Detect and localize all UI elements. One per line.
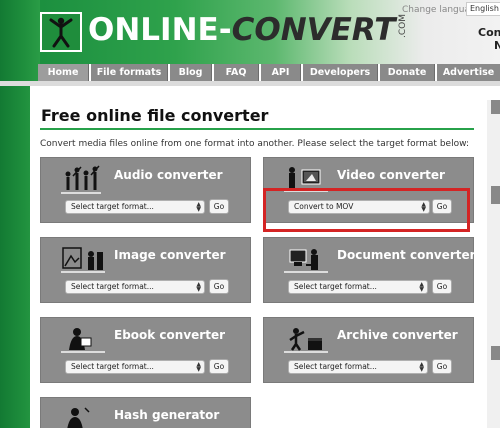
archive-converter-card: Archive converter Select target format..… [263, 317, 474, 383]
image-converter-card: Image converter Select target format... ▲… [40, 237, 251, 303]
archive-select-value: Select target format... [294, 362, 377, 371]
page-title: Free online file converter [41, 106, 269, 125]
nav-file-formats[interactable]: File formats [91, 64, 168, 81]
logo-figure-icon[interactable] [40, 12, 82, 52]
header-right-line1: Conve [478, 26, 500, 39]
highlight-box [263, 188, 470, 232]
sidebar-block [491, 100, 500, 114]
video-converter-title[interactable]: Video converter [337, 168, 445, 182]
nav-advertise[interactable]: Advertise [437, 64, 500, 81]
ebook-format-select[interactable]: Select target format... ▲ ▼ [65, 360, 205, 374]
hash-generator-card: Hash generator [40, 397, 251, 428]
archive-format-select[interactable]: Select target format... ▲ ▼ [288, 360, 428, 374]
select-arrows-icon: ▲ ▼ [196, 201, 201, 213]
header-right-text: ConveN [478, 26, 500, 52]
nav-api[interactable]: API [261, 64, 301, 81]
document-select-value: Select target format... [294, 282, 377, 291]
logo-wordmark[interactable]: ONLINE-CONVERT .COM [88, 12, 419, 48]
image-format-select[interactable]: Select target format... ▲ ▼ [65, 280, 205, 294]
nav-faq[interactable]: FAQ [214, 64, 259, 81]
ebook-reader-icon [61, 324, 105, 360]
select-arrows-icon: ▲ ▼ [196, 281, 201, 293]
document-format-select[interactable]: Select target format... ▲ ▼ [288, 280, 428, 294]
nav-blog[interactable]: Blog [170, 64, 212, 81]
ebook-go-button[interactable]: Go [209, 359, 229, 374]
nav-donate[interactable]: Donate [380, 64, 435, 81]
select-arrows-icon: ▲ ▼ [419, 361, 424, 373]
logo-convert: CONVERT [231, 12, 396, 48]
audio-converter-title[interactable]: Audio converter [114, 168, 223, 182]
image-converter-title[interactable]: Image converter [114, 248, 226, 262]
audio-select-value: Select target format... [71, 202, 154, 211]
audio-go-button[interactable]: Go [209, 199, 229, 214]
archive-converter-title[interactable]: Archive converter [337, 328, 458, 342]
hash-icon [61, 404, 101, 428]
header-right-line2: N [494, 39, 500, 52]
document-converter-title[interactable]: Document converter [337, 248, 476, 262]
image-frame-icon [61, 244, 105, 280]
hash-generator-title[interactable]: Hash generator [114, 408, 219, 422]
ebook-select-value: Select target format... [71, 362, 154, 371]
sidebar-block [491, 346, 500, 360]
audio-people-icon [61, 164, 101, 202]
nav-home[interactable]: Home [38, 64, 89, 81]
logo-com: .COM [398, 14, 409, 38]
main-nav: Home File formats Blog FAQ API Developer… [38, 64, 500, 81]
ebook-converter-card: Ebook converter Select target format... ▲… [40, 317, 251, 383]
image-go-button[interactable]: Go [209, 279, 229, 294]
sidebar-block [491, 186, 500, 204]
archive-go-button[interactable]: Go [432, 359, 452, 374]
right-sidebar [487, 100, 500, 428]
document-converter-card: Document converter Select target format.… [263, 237, 476, 303]
archive-box-icon [284, 324, 328, 360]
document-go-button[interactable]: Go [432, 279, 452, 294]
logo-online: ONLINE [88, 12, 219, 48]
language-select[interactable]: English [466, 2, 500, 16]
title-divider [40, 128, 474, 130]
nav-developers[interactable]: Developers [303, 64, 378, 81]
audio-format-select[interactable]: Select target format... ▲ ▼ [65, 200, 205, 214]
select-arrows-icon: ▲ ▼ [419, 281, 424, 293]
audio-converter-card: Audio converter Select target format... ▲… [40, 157, 251, 223]
select-arrows-icon: ▲ ▼ [196, 361, 201, 373]
ebook-converter-title[interactable]: Ebook converter [114, 328, 225, 342]
intro-text: Convert media files online from one form… [40, 139, 469, 149]
image-select-value: Select target format... [71, 282, 154, 291]
document-computer-icon [284, 244, 328, 280]
logo-dash: - [218, 12, 232, 48]
